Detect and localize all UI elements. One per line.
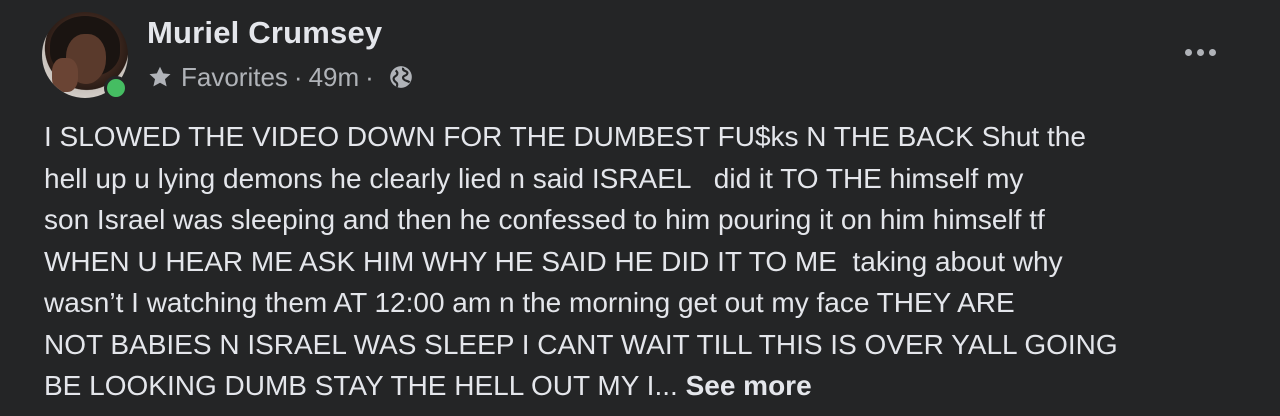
post-text-line: WHEN U HEAR ME ASK HIM WHY HE SAID HE DI… bbox=[44, 245, 1063, 277]
post-text-line: BE LOOKING DUMB STAY THE HELL OUT MY I..… bbox=[44, 370, 678, 401]
more-options-button[interactable] bbox=[1178, 38, 1222, 66]
post-text-line: NOT BABIES N ISRAEL WAS SLEEP I CANT WAI… bbox=[44, 328, 1118, 360]
ellipsis-icon bbox=[1184, 48, 1192, 56]
post-text: I SLOWED THE VIDEO DOWN FOR THE DUMBEST … bbox=[44, 116, 1244, 407]
meta-separator: · bbox=[293, 61, 303, 92]
post-text-last-line: BE LOOKING DUMB STAY THE HELL OUT MY I..… bbox=[44, 365, 1244, 407]
post-timestamp[interactable]: 49m bbox=[309, 62, 360, 93]
post-card: Muriel Crumsey Favorites · 49m · I SLOWE… bbox=[0, 0, 1280, 416]
post-text-line: hell up u lying demons he clearly lied n… bbox=[44, 162, 1024, 194]
meta-separator: · bbox=[365, 61, 374, 92]
online-status-indicator bbox=[104, 76, 128, 100]
post-text-line: wasn’t I watching them AT 12:00 am n the… bbox=[44, 287, 1015, 318]
ellipsis-icon bbox=[1196, 48, 1204, 56]
avatar-hand bbox=[52, 58, 78, 92]
see-more-link[interactable]: See more bbox=[686, 370, 812, 401]
post-meta: Favorites · 49m · bbox=[147, 60, 414, 94]
audience-label[interactable]: Favorites bbox=[181, 62, 288, 93]
globe-icon[interactable] bbox=[388, 64, 414, 90]
ellipsis-icon bbox=[1208, 48, 1216, 56]
star-icon bbox=[149, 66, 171, 87]
post-text-line: I SLOWED THE VIDEO DOWN FOR THE DUMBEST … bbox=[44, 121, 1086, 152]
post-text-line: son Israel was sleeping and then he conf… bbox=[44, 204, 1045, 235]
author-name[interactable]: Muriel Crumsey bbox=[147, 15, 382, 51]
